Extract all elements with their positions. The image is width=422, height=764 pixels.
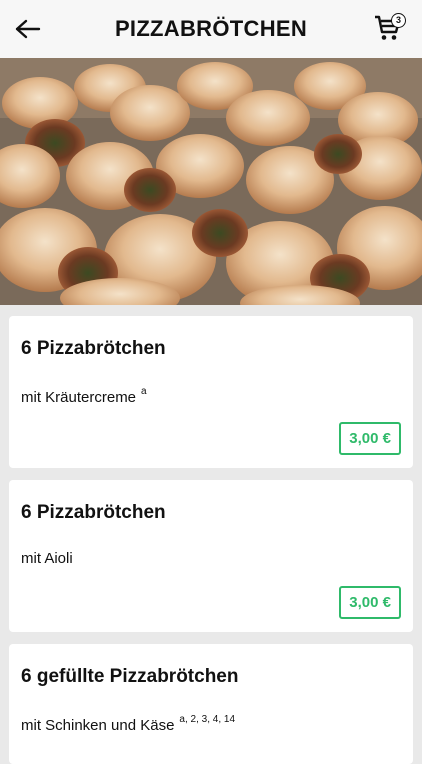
product-title: 6 Pizzabrötchen xyxy=(21,502,166,523)
product-description: mit Kräutercreme a xyxy=(21,386,147,406)
product-card[interactable]: 6 Pizzabrötchen mit Aioli 3,00 € xyxy=(9,480,413,632)
product-description: mit Aioli xyxy=(21,550,73,567)
arrow-left-icon xyxy=(15,19,41,39)
price-button[interactable]: 3,00 € xyxy=(339,422,401,455)
product-card[interactable]: 6 Pizzabrötchen mit Kräutercreme a 3,00 € xyxy=(9,316,413,468)
allergen-codes: a xyxy=(141,386,147,397)
product-card[interactable]: 6 gefüllte Pizzabrötchen mit Schinken un… xyxy=(9,644,413,764)
allergen-codes: a, 2, 3, 4, 14 xyxy=(179,714,236,725)
hero-image xyxy=(0,58,422,305)
product-title: 6 gefüllte Pizzabrötchen xyxy=(21,666,239,687)
product-description-text: mit Schinken und Käse xyxy=(21,717,175,734)
cart-count-badge: 3 xyxy=(391,13,406,28)
app-header: PIZZABRÖTCHEN 3 xyxy=(0,0,422,58)
product-description: mit Schinken und Käse a, 2, 3, 4, 14 xyxy=(21,714,235,734)
pizza-rolls-photo xyxy=(0,58,422,305)
product-description-text: mit Kräutercreme xyxy=(21,389,137,406)
product-title: 6 Pizzabrötchen xyxy=(21,338,166,359)
page-title: PIZZABRÖTCHEN xyxy=(114,16,308,41)
back-button[interactable] xyxy=(12,13,44,45)
price-button[interactable]: 3,00 € xyxy=(339,586,401,619)
cart-button[interactable]: 3 xyxy=(374,13,406,44)
product-description-text: mit Aioli xyxy=(21,550,73,567)
